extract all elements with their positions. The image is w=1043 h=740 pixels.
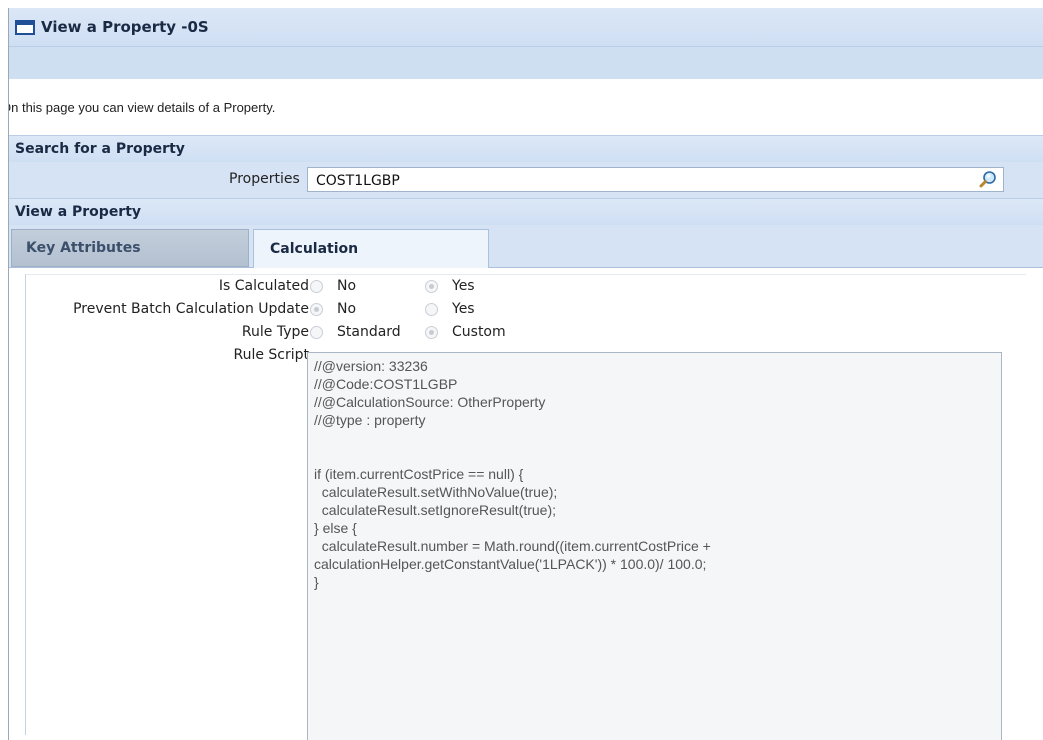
toolbar-strip bbox=[9, 47, 1043, 79]
rule-type-label: Rule Type bbox=[241, 324, 309, 340]
option-label: Yes bbox=[452, 278, 475, 294]
search-icon[interactable] bbox=[979, 170, 997, 188]
properties-search-field bbox=[307, 167, 1004, 193]
is-calculated-no-option[interactable]: No bbox=[310, 278, 425, 294]
search-row: Properties bbox=[9, 162, 1043, 198]
search-section-header: Search for a Property bbox=[9, 135, 1043, 162]
is-calculated-radio-group: No Yes bbox=[310, 278, 540, 294]
is-calculated-row: Is Calculated No Yes bbox=[26, 275, 1026, 297]
option-label: Custom bbox=[452, 324, 506, 340]
radio-button[interactable] bbox=[310, 279, 323, 293]
prevent-batch-no-option[interactable]: No bbox=[310, 301, 425, 317]
view-section-header: View a Property bbox=[9, 198, 1043, 225]
radio-button[interactable] bbox=[425, 325, 438, 339]
prevent-batch-yes-option[interactable]: Yes bbox=[425, 301, 540, 317]
prevent-batch-row: Prevent Batch Calculation Update No Yes bbox=[26, 298, 1026, 320]
rule-script-textarea[interactable]: //@version: 33236 //@Code:COST1LGBP //@C… bbox=[307, 352, 1002, 740]
tab-calculation[interactable]: Calculation bbox=[253, 229, 489, 268]
is-calculated-yes-option[interactable]: Yes bbox=[425, 278, 540, 294]
intro-text: On this page you can view details of a P… bbox=[8, 99, 276, 115]
option-label: No bbox=[337, 278, 357, 294]
prevent-batch-radio-group: No Yes bbox=[310, 301, 540, 317]
prevent-batch-label: Prevent Batch Calculation Update bbox=[73, 301, 309, 317]
radio-button[interactable] bbox=[310, 325, 323, 339]
window-title-bar: View a Property - 0S bbox=[9, 8, 1043, 47]
tab-label: Key Attributes bbox=[26, 240, 141, 256]
calculation-tab-content: Is Calculated No Yes Prevent Batch Calcu… bbox=[9, 268, 1043, 740]
radio-button[interactable] bbox=[425, 279, 438, 293]
rule-type-standard-option[interactable]: Standard bbox=[310, 324, 425, 340]
option-label: Standard bbox=[337, 324, 401, 340]
rule-type-row: Rule Type Standard Custom bbox=[26, 321, 1026, 343]
tab-bar: Key Attributes Calculation bbox=[9, 225, 1043, 268]
rule-type-custom-option[interactable]: Custom bbox=[425, 324, 540, 340]
view-property-window: View a Property - 0S On this page you ca… bbox=[8, 8, 1043, 740]
radio-button[interactable] bbox=[310, 302, 323, 316]
rule-script-label: Rule Script bbox=[233, 347, 309, 363]
properties-label: Properties bbox=[229, 171, 300, 187]
window-title: View a Property - bbox=[41, 18, 188, 36]
tab-label: Calculation bbox=[270, 241, 359, 257]
tab-key-attributes[interactable]: Key Attributes bbox=[11, 229, 249, 267]
window-title-suffix: 0S bbox=[187, 18, 209, 36]
radio-button[interactable] bbox=[425, 302, 438, 316]
window-icon bbox=[15, 19, 35, 35]
option-label: No bbox=[337, 301, 357, 317]
calculation-panel: Is Calculated No Yes Prevent Batch Calcu… bbox=[25, 274, 1026, 740]
properties-input[interactable] bbox=[308, 168, 978, 193]
is-calculated-label: Is Calculated bbox=[218, 278, 309, 294]
option-label: Yes bbox=[452, 301, 475, 317]
rule-type-radio-group: Standard Custom bbox=[310, 324, 540, 340]
